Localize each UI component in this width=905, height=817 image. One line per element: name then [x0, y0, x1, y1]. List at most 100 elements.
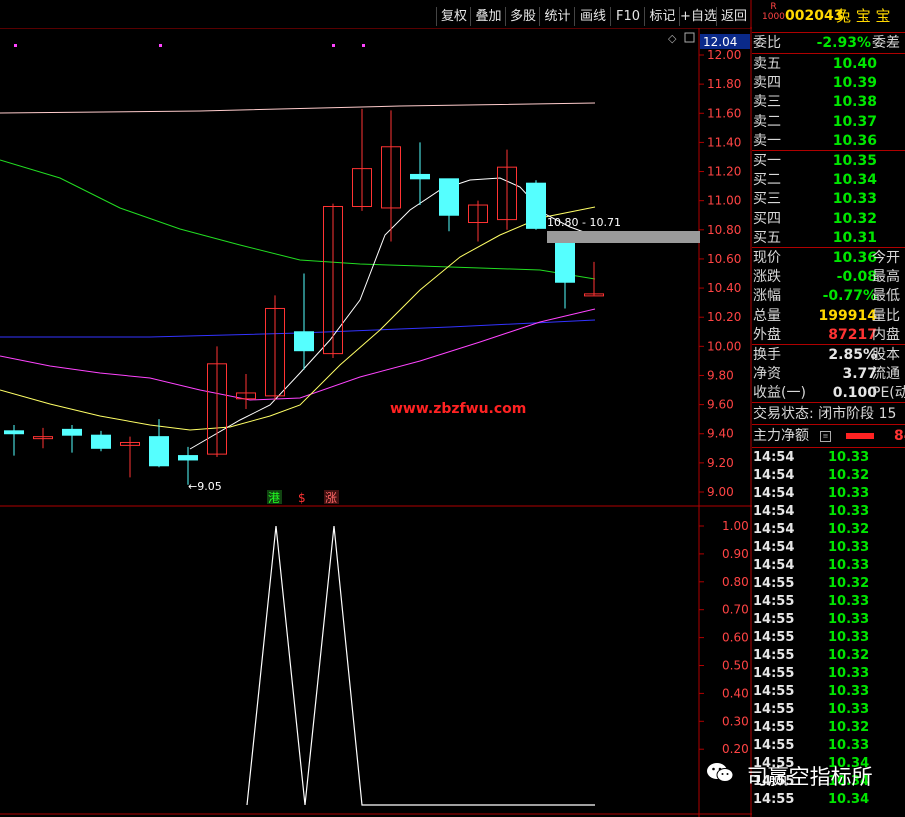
top-marker — [362, 44, 365, 47]
tick-time: 14:55 — [753, 648, 795, 663]
toolbar-button-3[interactable]: 统计 — [539, 7, 575, 26]
tick-time: 14:55 — [753, 612, 795, 627]
tick-time: 14:55 — [753, 792, 795, 807]
price-tick-label: 11.80 — [707, 77, 741, 91]
dropdown-icon[interactable]: ≡ — [820, 431, 831, 442]
tick-time: 14:55 — [753, 576, 795, 591]
range-box — [547, 231, 700, 243]
indicator-tick-label: 0.20 — [722, 742, 749, 756]
sell-row-label: 卖四 — [753, 75, 781, 92]
buy-row: 买一 10.35 — [752, 152, 905, 170]
buy-row: 买二 10.34 — [752, 171, 905, 189]
buy-row-value: 10.34 — [832, 172, 877, 189]
stat2-row-extra: PE(动 — [872, 385, 905, 402]
tick-price: 10.33 — [828, 684, 870, 699]
weicha-label: 委差 — [872, 35, 900, 51]
indicator-tick-label: 0.30 — [722, 714, 749, 728]
price-tick-label: 9.60 — [707, 398, 734, 412]
sell-row-value: 10.37 — [832, 113, 877, 130]
main-net-row[interactable]: 主力净额 ≡ 84 — [752, 427, 905, 445]
buy-row-label: 买三 — [753, 191, 781, 208]
stat-row-label: 涨跌 — [753, 269, 781, 286]
divider — [752, 424, 905, 425]
buy-row-value: 10.32 — [832, 210, 877, 227]
tag-gang: 港 — [268, 491, 280, 505]
indicator-tick-label: 0.70 — [722, 603, 749, 617]
candle-body — [439, 178, 459, 216]
candle-body — [526, 182, 546, 229]
tick-price: 10.33 — [828, 558, 870, 573]
toolbar-button-8[interactable]: 返回 — [716, 7, 751, 26]
sell-row-label: 卖二 — [753, 113, 781, 130]
stat-row-label: 现价 — [753, 250, 781, 266]
stat2-row: 净资 3.77 流通 — [752, 365, 905, 383]
sell-row-value: 10.40 — [832, 56, 877, 72]
tick-time: 14:54 — [753, 450, 795, 465]
range-label: 10.80 - 10.71 — [547, 216, 621, 229]
tag-zhang: 涨 — [325, 490, 337, 505]
sell-row-value: 10.38 — [832, 94, 877, 111]
tick-time: 14:55 — [753, 594, 795, 609]
price-tick-label: 11.40 — [707, 135, 741, 149]
stat-row-value: -0.77% — [822, 288, 877, 305]
stat-row: 总量 199914 量比 — [752, 307, 905, 325]
price-tick-label: 9.20 — [707, 456, 734, 470]
price-tick-label: 10.40 — [707, 281, 741, 295]
toolbar-button-0[interactable]: 复权 — [436, 7, 471, 26]
buy-row: 买五 10.31 — [752, 229, 905, 247]
buy-row-value: 10.31 — [832, 229, 877, 246]
buy-row-label: 买二 — [753, 172, 781, 189]
toolbar-button-5[interactable]: F10 — [610, 7, 645, 26]
trade-status-text: 交易状态: 闭市阶段 15 — [753, 406, 897, 422]
stat2-row: 收益(一) 0.100 PE(动 — [752, 384, 905, 402]
candle-body — [555, 240, 575, 283]
divider — [752, 247, 905, 248]
sell-row: 卖二 10.37 — [752, 113, 905, 131]
divider — [752, 32, 905, 33]
price-tick-label: 10.60 — [707, 252, 741, 266]
candle-body — [91, 434, 111, 449]
stat-row-extra: 今开 — [872, 250, 900, 266]
toolbar-button-7[interactable]: +自选 — [679, 7, 717, 26]
candle-body — [294, 331, 314, 352]
indicator-line — [246, 525, 595, 806]
tick-row: 14:54 10.32 — [752, 467, 905, 485]
tick-time: 14:54 — [753, 504, 795, 519]
tick-price: 10.33 — [828, 504, 870, 519]
tick-row: 14:55 10.33 — [752, 701, 905, 719]
tick-time: 14:54 — [753, 558, 795, 573]
url-watermark: www.zbzfwu.com — [390, 401, 526, 417]
buy-row-value: 10.35 — [832, 153, 877, 169]
tick-row: 14:54 10.33 — [752, 449, 905, 467]
tick-row: 14:55 10.32 — [752, 719, 905, 737]
stat2-row-value: 2.85% — [828, 347, 877, 363]
sell-row-value: 10.36 — [832, 132, 877, 149]
toolbar-button-4[interactable]: 画线 — [574, 7, 611, 26]
candle-body — [149, 436, 169, 467]
tick-price: 10.33 — [828, 630, 870, 645]
sell-row: 卖三 10.38 — [752, 93, 905, 111]
tick-time: 14:55 — [753, 702, 795, 717]
stat-row-extra: 内盘 — [872, 326, 900, 343]
candle-body — [410, 173, 430, 180]
candle-body — [4, 430, 24, 435]
toolbar-button-1[interactable]: 叠加 — [470, 7, 506, 26]
indicator-tick-label: 1.00 — [722, 519, 749, 533]
tick-row: 14:54 10.33 — [752, 485, 905, 503]
low-label: ←9.05 — [188, 480, 222, 493]
kline-chart-area[interactable]: 12.0412.00 11.80 11.60 11.40 11.20 11.00 10.80… — [0, 0, 752, 817]
toolbar-button-2[interactable]: 多股 — [505, 7, 540, 26]
tick-time: 14:54 — [753, 468, 795, 483]
stat2-row-extra: 流通 — [872, 366, 900, 383]
toolbar-button-6[interactable]: 标记 — [644, 7, 680, 26]
tick-price: 10.32 — [828, 720, 870, 735]
tick-price: 10.32 — [828, 522, 870, 537]
stat-row-extra: 最低 — [872, 288, 900, 305]
divider — [752, 53, 905, 54]
current-price-label: 12.04 — [703, 35, 737, 49]
tick-price: 10.33 — [828, 612, 870, 627]
tick-price: 10.33 — [828, 486, 870, 501]
tick-row: 14:55 10.32 — [752, 575, 905, 593]
main-net-bar — [846, 433, 874, 439]
candle-body — [178, 455, 198, 461]
